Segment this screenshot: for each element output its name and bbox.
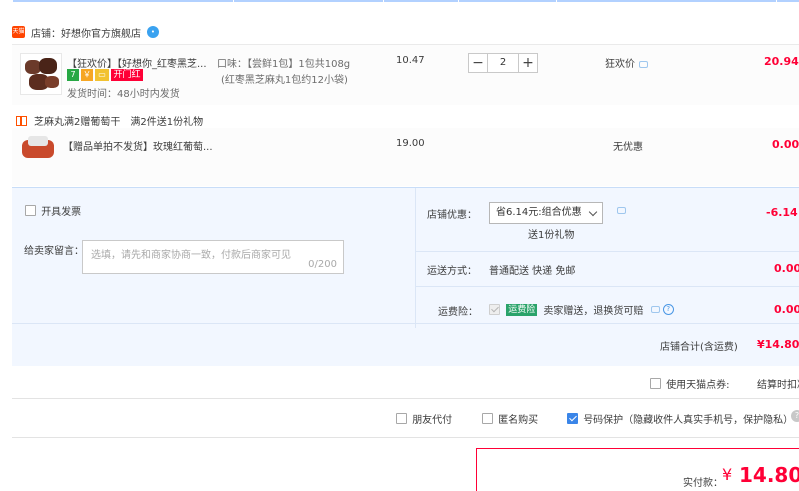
insurance-label: 运费险：: [438, 307, 478, 318]
insurance-amount: 0.00: [774, 303, 799, 316]
message-placeholder: 选填，请先和商家协商一致，付款后商家可见: [91, 250, 291, 261]
seller-message-input[interactable]: 选填，请先和商家协商一致，付款后商家可见 0/200: [82, 240, 344, 274]
shop-discount-amount: -6.14: [766, 206, 798, 219]
gift-row: 芝麻丸满2赠葡萄干 满2件送1份礼物: [16, 113, 203, 128]
ship-time: 发货时间：48小时内发货: [67, 89, 180, 100]
shop-row: 天猫 店铺： 好想你官方旗舰店 •: [12, 22, 159, 42]
shop-discount-note: 送1份礼物: [528, 230, 575, 241]
sku-detail: (红枣黑芝麻丸1包约12小袋): [221, 75, 348, 86]
message-label: 给卖家留言：: [24, 246, 84, 257]
shop-discount-select[interactable]: 省6.14元:组合优惠: [489, 202, 603, 224]
gift-promo-text: 无优惠: [613, 142, 643, 153]
insurance-chat-icon[interactable]: [650, 306, 660, 313]
qty-input[interactable]: 2: [488, 53, 518, 73]
insurance-value: 卖家赠送，退换货可赔: [543, 306, 644, 317]
shipping-amount: 0.00: [774, 262, 799, 275]
friend-pay-option[interactable]: 朋友代付: [396, 411, 452, 426]
top-border: [13, 0, 799, 2]
shop-discount-label: 店铺优惠：: [427, 210, 477, 221]
gift-detail: 满2件送1份礼物: [130, 117, 204, 128]
shipping-value: 普通配送 快递 免邮: [489, 266, 576, 277]
qty-increase-button[interactable]: +: [518, 53, 538, 73]
divider: [12, 398, 799, 399]
shop-total-amount: ¥14.80: [757, 338, 799, 351]
promo-text: 狂欢价: [605, 55, 648, 70]
unit-price: 10.47: [396, 55, 425, 66]
card-icon: ▭: [95, 69, 109, 81]
number-protection-checkbox[interactable]: [567, 413, 578, 424]
gift-promo-text: 芝麻丸满2赠葡萄干: [34, 117, 121, 128]
promo-badge: 开门红: [111, 69, 143, 81]
points-label[interactable]: 使用天猫点券:: [666, 380, 729, 391]
gift-unit-price: 19.00: [396, 138, 425, 149]
help-icon[interactable]: ?: [662, 304, 674, 315]
payment-label: 实付款：: [683, 478, 723, 489]
sku-flavor: 口味：【尝鲜1包】1包共108g: [217, 59, 351, 70]
order-options-panel: 开具发票 给卖家留言： 选填，请先和商家协商一致，付款后商家可见 0/200 店…: [12, 187, 799, 366]
shipping-label: 运送方式：: [427, 266, 477, 277]
friend-pay-checkbox[interactable]: [396, 413, 407, 424]
payment-amount: 14.80: [739, 463, 799, 487]
cart-item-1: 【狂欢价】【好想你_红枣黑芝... 7 ￥ ▭ 开门红 发货时间：48小时内发货 口味…: [12, 44, 799, 105]
discount-info-icon[interactable]: [617, 207, 626, 214]
credit-icon: ￥: [81, 69, 93, 81]
divider: [12, 437, 799, 438]
chevron-down-icon: [588, 207, 598, 217]
payment-currency: ¥: [722, 465, 733, 484]
gift-icon: [16, 115, 27, 126]
number-protection-option[interactable]: 号码保护（隐藏收件人真实手机号，保护隐私）: [567, 411, 793, 426]
points-checkbox[interactable]: [650, 378, 661, 389]
wangwang-chat-icon[interactable]: •: [147, 26, 159, 38]
item-badges: 7 ￥ ▭ 开门红: [67, 69, 145, 81]
gift-thumbnail[interactable]: [20, 130, 56, 166]
anonymous-checkbox[interactable]: [482, 413, 493, 424]
seven-day-return-icon: 7: [67, 69, 79, 81]
shop-label: 店铺：: [31, 28, 61, 40]
number-protection-label[interactable]: 号码保护（隐藏收件人真实手机号，保护隐私）: [583, 415, 793, 426]
item-subtotal: 20.94: [764, 55, 799, 68]
shop-total-label: 店铺合计(含运费): [660, 342, 738, 353]
anonymous-label[interactable]: 匿名购买: [498, 415, 538, 426]
points-row: 使用天猫点券:: [650, 376, 730, 391]
cart-item-2: 【赠品单拍不发货】玫瑰红葡萄... 19.00 无优惠 0.00: [12, 128, 799, 186]
product-thumbnail[interactable]: [20, 53, 62, 95]
item-title[interactable]: 【狂欢价】【好想你_红枣黑芝...: [67, 55, 227, 70]
tmall-logo-icon: 天猫: [12, 26, 25, 38]
message-counter: 0/200: [308, 259, 337, 270]
insurance-checkbox: [489, 304, 500, 315]
promo-label: 狂欢价: [605, 59, 635, 70]
shop-name[interactable]: 好想你官方旗舰店: [61, 25, 141, 40]
gift-item-title[interactable]: 【赠品单拍不发货】玫瑰红葡萄...: [63, 138, 213, 153]
gift-subtotal: 0.00: [772, 138, 799, 151]
invoice-checkbox[interactable]: [25, 205, 36, 216]
payment-summary-box: 实付款： ¥ 14.80: [476, 448, 799, 491]
help-icon[interactable]: ?: [791, 410, 799, 422]
quantity-stepper: − 2 +: [468, 53, 538, 73]
insurance-tag: 运费险: [506, 303, 538, 316]
promo-info-icon[interactable]: [639, 60, 648, 68]
friend-pay-label[interactable]: 朋友代付: [412, 415, 452, 426]
points-right-text: 结算时扣减: [757, 380, 799, 391]
invoice-row: 开具发票: [25, 203, 81, 218]
qty-decrease-button[interactable]: −: [468, 53, 488, 73]
insurance-row: 运费险 卖家赠送，退换货可赔 ?: [489, 302, 674, 317]
anonymous-option[interactable]: 匿名购买: [482, 411, 538, 426]
shop-discount-selected: 省6.14元:组合优惠: [496, 207, 582, 218]
invoice-label[interactable]: 开具发票: [41, 207, 81, 218]
